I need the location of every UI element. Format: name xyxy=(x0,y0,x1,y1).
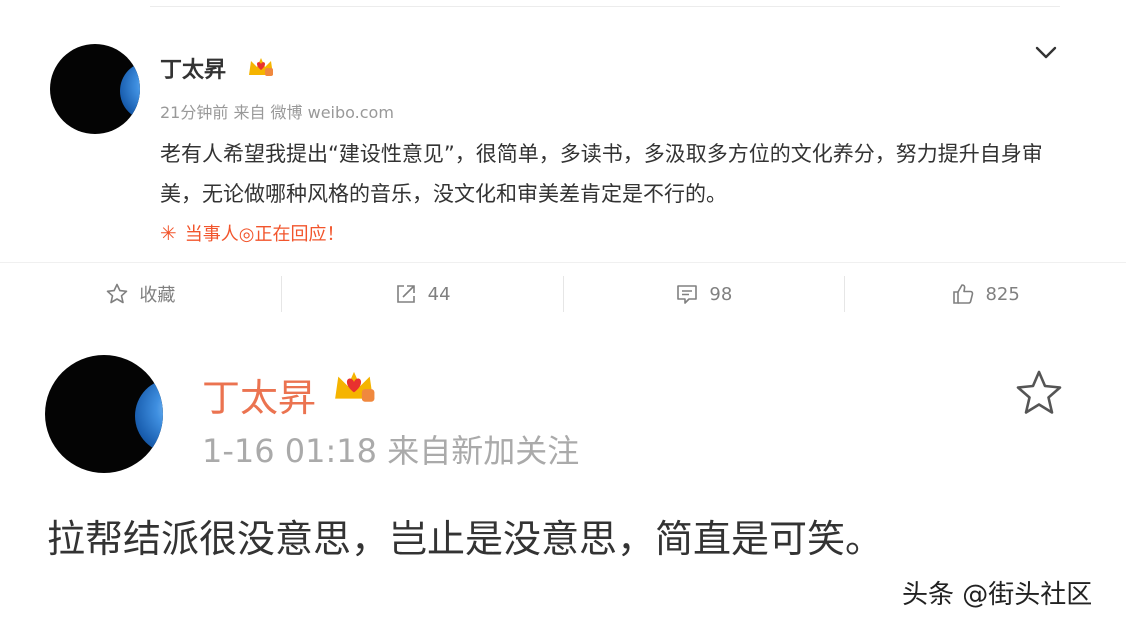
reply-notice[interactable]: ✳ 当事人◎正在回应！ xyxy=(160,220,344,246)
comment-button[interactable]: 98 xyxy=(564,263,845,325)
like-button[interactable]: 825 xyxy=(845,263,1126,325)
reply-notice-label: 当事人◎正在回应！ xyxy=(184,224,345,245)
share-icon xyxy=(396,285,415,303)
thumbs-up-icon xyxy=(953,284,974,304)
avatar[interactable] xyxy=(45,355,163,473)
comment-icon xyxy=(677,285,698,304)
earth-graphic xyxy=(135,379,163,453)
avatar[interactable] xyxy=(50,44,140,134)
repost-count: 44 xyxy=(427,283,451,305)
watermark: 头条 @街头社区 xyxy=(902,580,1093,610)
earth-graphic xyxy=(120,62,140,120)
favorite-button[interactable]: 收藏 xyxy=(0,263,281,325)
post-text: 老有人希望我提出“建设性意见”，很简单，多读书，多汲取多方位的文化养分，努力提升… xyxy=(160,142,1043,206)
favorite-label: 收藏 xyxy=(139,285,176,306)
post-meta: 21分钟前 来自 微博 weibo.com xyxy=(160,103,394,122)
chevron-down-icon[interactable] xyxy=(1034,40,1058,64)
weibo-post-1: 丁太昇 21分钟前 来自 微博 weibo.com 老有人希望我提出“建设性意见… xyxy=(0,0,1126,262)
post-text: 拉帮结派很没意思，岂止是没意思，简直是可笑。 xyxy=(47,517,884,561)
sparkle-icon: ✳ xyxy=(160,221,177,245)
comment-count: 98 xyxy=(709,283,733,305)
star-icon[interactable] xyxy=(1014,369,1064,417)
vip-crown-icon xyxy=(249,58,273,76)
repost-button[interactable]: 44 xyxy=(282,263,563,325)
author-name[interactable]: 丁太昇 xyxy=(160,52,226,84)
author-name[interactable]: 丁太昇 xyxy=(202,367,316,422)
post-meta: 1-16 01:18 来自新加关注 xyxy=(202,432,580,470)
star-icon xyxy=(107,283,128,304)
like-count: 825 xyxy=(985,283,1020,305)
action-bar: 收藏 44 98 825 xyxy=(0,263,1126,325)
vip-crown-icon xyxy=(335,371,375,402)
